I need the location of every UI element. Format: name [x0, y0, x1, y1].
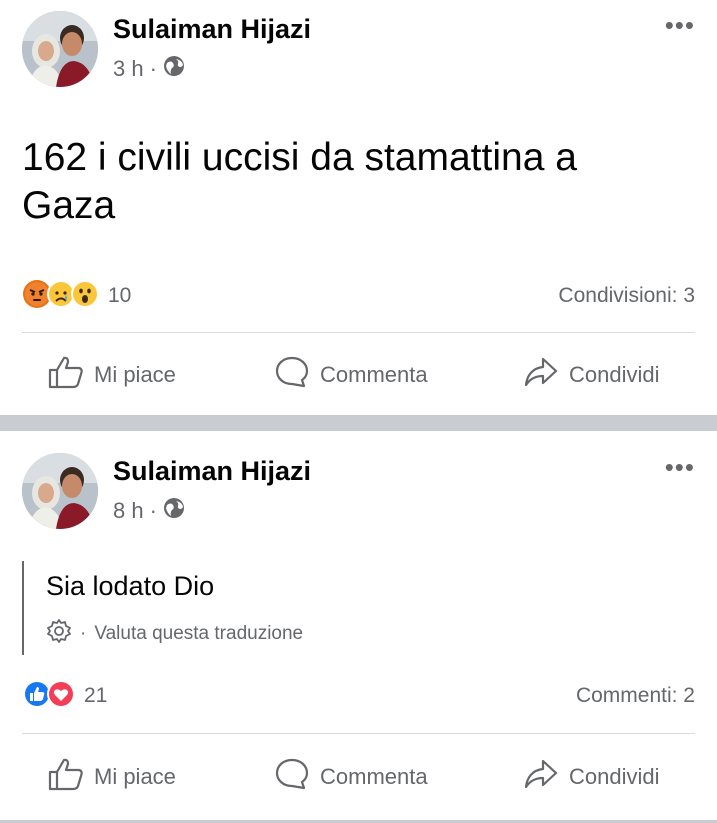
gear-icon — [46, 618, 72, 650]
like-button[interactable]: Mi piace — [48, 757, 176, 797]
post-text: 162 i civili uccisi da stamattina a Gaza — [22, 136, 577, 227]
meta-separator: · — [149, 498, 157, 523]
comment-label: Commenta — [320, 764, 428, 789]
rate-separator: · — [80, 623, 87, 644]
share-arrow-icon — [523, 757, 559, 797]
author-name[interactable]: Sulaiman Hijazi — [113, 456, 311, 487]
speech-bubble-icon — [274, 757, 310, 797]
like-label: Mi piace — [94, 764, 176, 789]
divider — [22, 733, 695, 734]
like-label: Mi piace — [94, 362, 176, 387]
wow-reaction-icon — [70, 279, 99, 314]
sad-reaction-icon — [46, 279, 75, 314]
thumbs-up-icon — [48, 355, 84, 395]
share-arrow-icon — [523, 355, 559, 395]
more-options-button[interactable]: ••• — [665, 10, 695, 41]
speech-bubble-icon — [274, 355, 310, 395]
share-button[interactable]: Condividi — [523, 355, 660, 395]
reactions-summary[interactable]: 10 — [22, 279, 131, 314]
angry-reaction-icon — [22, 279, 51, 314]
divider — [22, 332, 695, 333]
post-1: Sulaiman Hijazi 3 h · ••• 162 i civili u… — [0, 0, 717, 415]
post-meta: 3 h · — [113, 55, 185, 83]
author-name[interactable]: Sulaiman Hijazi — [113, 14, 311, 45]
share-button[interactable]: Condividi — [523, 757, 660, 797]
thumbs-up-icon — [48, 757, 84, 797]
share-label: Condividi — [569, 764, 660, 789]
globe-icon — [163, 55, 185, 83]
author-avatar[interactable] — [22, 453, 98, 529]
reactions-row: 21 Commenti: 2 — [22, 679, 695, 714]
reactions-summary[interactable]: 21 — [22, 679, 107, 714]
reaction-count[interactable]: 10 — [108, 284, 131, 308]
share-label: Condividi — [569, 362, 660, 387]
reaction-count[interactable]: 21 — [84, 684, 107, 708]
post-time[interactable]: 8 h — [113, 498, 144, 524]
comments-count[interactable]: Commenti: 2 — [576, 684, 695, 708]
meta-separator: · — [149, 56, 157, 81]
post-actions: Mi piace Commenta Condividi — [0, 350, 717, 400]
comment-label: Commenta — [320, 362, 428, 387]
like-button[interactable]: Mi piace — [48, 355, 176, 395]
translated-text: Sia lodato Dio — [46, 571, 215, 601]
post-meta: 8 h · — [113, 497, 185, 525]
feed-separator — [0, 415, 717, 431]
rate-translation-row[interactable]: · Valuta questa traduzione — [46, 618, 303, 650]
globe-icon — [163, 497, 185, 525]
shares-count[interactable]: Condivisioni: 3 — [558, 284, 695, 308]
comment-button[interactable]: Commenta — [274, 757, 428, 797]
reactions-row: 10 Condivisioni: 3 — [22, 279, 695, 314]
more-options-button[interactable]: ••• — [665, 452, 695, 483]
translated-text-block: Sia lodato Dio · Valuta questa traduzion… — [22, 561, 303, 655]
post-actions: Mi piace Commenta Condividi — [0, 752, 717, 802]
author-avatar[interactable] — [22, 11, 98, 87]
rate-translation-link[interactable]: Valuta questa traduzione — [94, 623, 303, 645]
post-2: Sulaiman Hijazi 8 h · ••• Sia lodato Dio… — [0, 431, 717, 820]
post-time[interactable]: 3 h — [113, 56, 144, 82]
like-reaction-icon — [22, 679, 51, 714]
comment-button[interactable]: Commenta — [274, 355, 428, 395]
love-reaction-icon — [46, 679, 75, 714]
